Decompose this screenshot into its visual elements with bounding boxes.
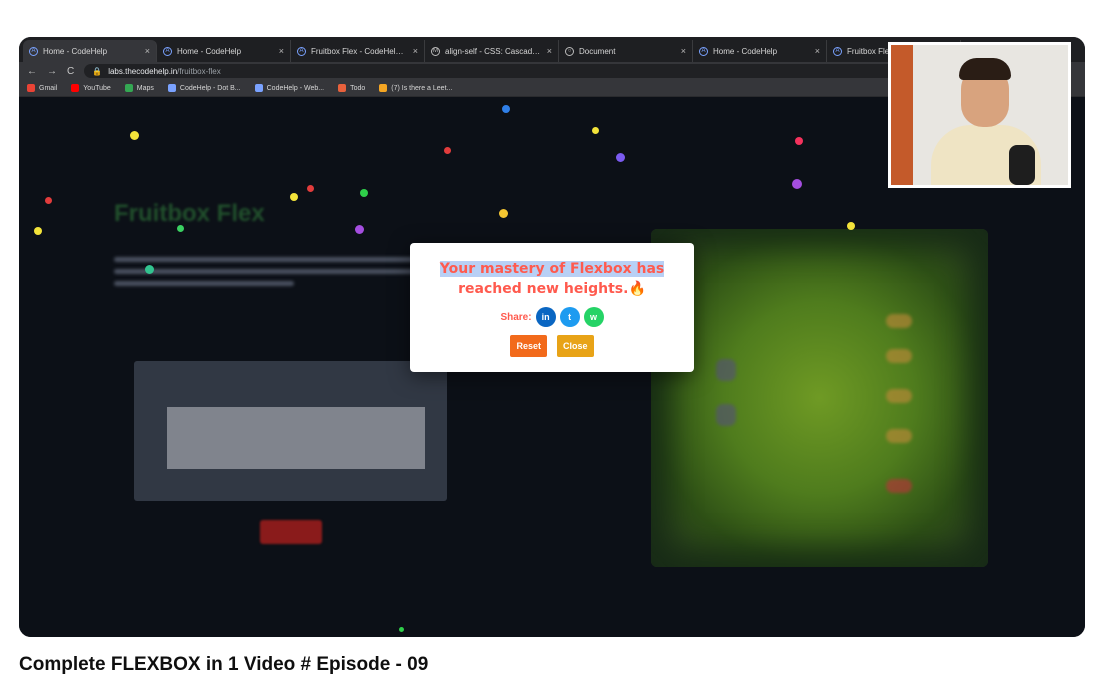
codehelp-icon [254,84,263,92]
game-board [651,229,988,567]
close-button[interactable]: Close [557,335,594,357]
css-editor-panel [134,361,447,501]
browser-tab[interactable]: AFruitbox Flex - CodeHelp Labs× [291,40,425,62]
fruit-basket [716,359,736,381]
twitter-icon[interactable]: t [559,307,580,327]
browser-tab[interactable]: A Home - CodeHelp × [693,40,827,62]
close-tab-icon[interactable]: × [681,46,686,56]
bookmark-todo[interactable]: Todo [338,84,365,92]
success-message-line1: Your mastery of Flexbox has [439,261,665,277]
mdn-favicon-icon: M [431,46,440,56]
success-message: Your mastery of Flexbox has reached new … [410,259,694,299]
success-modal: Your mastery of Flexbox has reached new … [410,243,694,372]
share-row: Share: in t w [410,307,694,327]
browser-tab[interactable]: A Home - CodeHelp × [23,40,157,62]
close-tab-icon[interactable]: × [145,46,150,56]
url-path: /fruitbox-flex [177,66,221,76]
close-tab-icon[interactable]: × [279,46,284,56]
todo-icon [338,84,347,92]
fruit-target [886,349,912,363]
share-label: Share: [500,311,532,323]
leetcode-icon [379,84,388,92]
close-tab-icon[interactable]: × [547,46,552,56]
maps-icon [124,84,133,92]
microphone-icon [1009,145,1035,185]
browser-tab[interactable]: ○ Document × [559,40,693,62]
codehelp-favicon-icon: A [29,46,38,56]
submit-button[interactable] [260,520,322,544]
instructions-blurred [114,257,444,297]
globe-favicon-icon: ○ [565,46,574,56]
bookmark-maps[interactable]: Maps [124,84,154,92]
bookmark-codehelp-dot[interactable]: CodeHelp - Dot B... [167,84,241,92]
browser-tab[interactable]: A Home - CodeHelp × [157,40,291,62]
codehelp-favicon-icon: A [297,46,306,56]
bookmark-gmail[interactable]: Gmail [27,84,57,92]
reset-button[interactable]: Reset [510,335,547,357]
whatsapp-icon[interactable]: w [583,307,604,327]
game-title: Fruitbox Flex [114,200,265,227]
bookmark-youtube[interactable]: YouTube [71,84,111,92]
fruit-target [886,389,912,403]
close-tab-icon[interactable]: × [413,46,418,56]
linkedin-icon[interactable]: in [535,307,556,327]
video-player[interactable]: A Home - CodeHelp × A Home - CodeHelp × A Fru… [19,37,1085,637]
css-code-input[interactable] [167,407,425,469]
fruit-target [886,429,912,443]
codehelp-icon [167,84,176,92]
fruit-target [886,479,912,493]
codehelp-favicon-icon: A [699,46,708,56]
url-host: labs.thecodehelp.in [108,66,178,76]
close-tab-icon[interactable]: × [815,46,820,56]
codehelp-favicon-icon: A [163,46,172,56]
reload-icon[interactable]: C [67,66,74,77]
forward-arrow-icon[interactable]: → [47,66,57,77]
codehelp-favicon-icon: A [833,46,842,56]
browser-tab[interactable]: Malign-self - CSS: Cascading St× [425,40,559,62]
video-title[interactable]: Complete FLEXBOX in 1 Video # Episode - … [19,654,428,676]
bookmark-leetcode[interactable]: (7) Is there a Leet... [379,84,452,92]
fruit-target [886,314,912,328]
bookmark-codehelp-web[interactable]: CodeHelp - Web... [254,84,324,92]
gmail-icon [27,84,35,92]
back-arrow-icon[interactable]: ← [27,66,37,77]
fruit-basket [716,404,736,426]
lock-icon: 🔒 [92,66,103,76]
youtube-icon [71,84,80,92]
success-message-line2: reached new heights.🔥 [458,281,646,297]
modal-button-row: Reset Close [410,335,694,357]
webcam-overlay [888,42,1071,188]
